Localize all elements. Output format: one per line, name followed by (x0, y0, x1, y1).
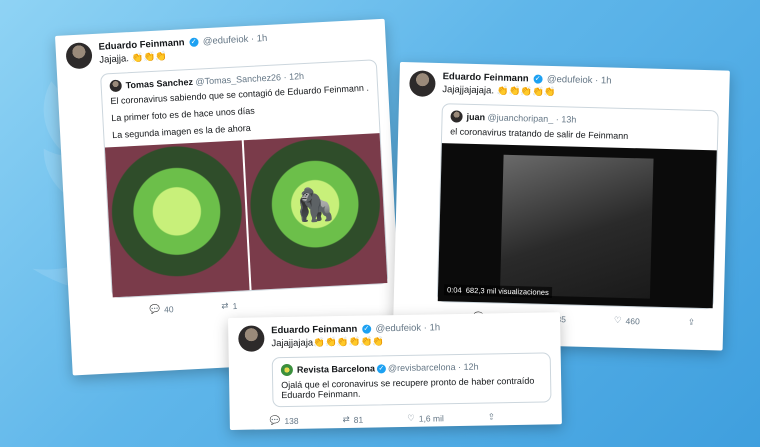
author-handle[interactable]: @edufeiok (375, 323, 421, 335)
verified-icon: ✓ (533, 74, 543, 84)
author-handle[interactable]: @edufeiok (203, 34, 249, 47)
retweet-icon: ⇄ (221, 300, 229, 311)
quoted-tweet[interactable]: juan @juanchoripan_ · 13h el coronavirus… (436, 103, 719, 310)
quote-author-handle: @Tomas_Sanchez26 (195, 72, 282, 87)
clap-emoji: 👏👏👏👏👏👏 (313, 336, 385, 349)
tweet-time[interactable]: · 1h (595, 75, 612, 86)
quote-time: · 12h (283, 71, 305, 83)
reply-button[interactable]: 💬 40 (149, 303, 174, 315)
tweet-text: Jajajja. (99, 53, 130, 66)
quote-author-handle: @revisbarcelona (387, 362, 456, 374)
avatar (450, 110, 463, 123)
verified-icon: ✓ (188, 37, 199, 47)
quote-text-line: Ojalá que el coronavirus se recupere pro… (281, 375, 535, 401)
quoted-tweet[interactable]: Tomas Sanchez @Tomas_Sanchez26 · 12h El … (100, 59, 389, 299)
video-time: 0:04 (446, 285, 462, 295)
reply-icon: 💬 (269, 415, 281, 426)
like-count: 1,6 mil (418, 412, 444, 424)
quote-author-name: Revista Barcelona (296, 363, 376, 375)
heart-icon: ♡ (407, 412, 415, 423)
clap-emoji: 👏👏👏👏👏 (496, 85, 556, 99)
quoted-tweet[interactable]: Revista Barcelona ✓ @revisbarcelona · 12… (271, 352, 552, 408)
share-button[interactable]: ⇪ (488, 411, 495, 422)
author-handle[interactable]: @edufeiok (547, 74, 593, 86)
quote-author-name: juan (466, 111, 486, 123)
reply-count: 138 (284, 415, 299, 426)
virus-image-1[interactable] (104, 140, 250, 298)
video-player[interactable]: 0:04 682,3 mil visualizaciones (437, 143, 717, 309)
like-count: 460 (625, 315, 640, 326)
tweet-time[interactable]: · 1h (424, 322, 441, 333)
video-info: 0:04 682,3 mil visualizaciones (443, 284, 552, 299)
verified-icon: ✓ (376, 363, 387, 373)
like-button[interactable]: ♡ 1,6 mil (407, 412, 444, 424)
tweet-card-3[interactable]: Eduardo Feinmann ✓ @edufeiok · 1h Jajajj… (228, 312, 562, 430)
avatar[interactable] (65, 42, 93, 70)
gorilla-face: 🦍 (294, 185, 336, 224)
retweet-count: 81 (353, 414, 364, 425)
reply-count: 40 (163, 303, 174, 315)
share-icon: ⇪ (487, 411, 496, 422)
avatar[interactable] (409, 70, 436, 97)
quote-author-handle: @juanchoripan_ (487, 112, 554, 125)
retweet-icon: ⇄ (342, 413, 350, 425)
video-views: 682,3 mil visualizaciones (465, 285, 549, 297)
quote-text-line: el coronavirus tratando de salir de Fein… (450, 126, 629, 141)
retweet-button[interactable]: ⇄ 81 (342, 414, 363, 425)
tweet-text: Jajajjajajaja. (442, 84, 495, 97)
quote-time: · 12h (458, 361, 479, 372)
author-name[interactable]: Eduardo Feinmann (442, 71, 528, 84)
avatar[interactable] (238, 325, 265, 352)
retweet-count: 1 (232, 300, 238, 311)
quote-time: · 13h (555, 114, 577, 125)
video-frame (499, 154, 654, 299)
clap-emoji: 👏👏👏 (131, 51, 168, 65)
avatar (109, 79, 123, 93)
retweet-button[interactable]: ⇄ 1 (221, 300, 237, 312)
author-name[interactable]: Eduardo Feinmann (271, 324, 357, 337)
virus-image-2[interactable]: 🦍 (243, 133, 388, 291)
like-button[interactable]: ♡ 460 (614, 315, 640, 327)
reply-button[interactable]: 💬 138 (270, 415, 299, 427)
quote-author-name: Tomas Sanchez (125, 76, 194, 91)
reply-icon: 💬 (149, 303, 161, 315)
heart-icon: ♡ (613, 314, 622, 325)
tweet-text: Jajajjajaja (271, 337, 314, 350)
share-button[interactable]: ⇪ (688, 317, 695, 328)
tweet-card-2[interactable]: Eduardo Feinmann ✓ @edufeiok · 1h Jajajj… (392, 62, 730, 351)
avatar (280, 363, 294, 377)
verified-icon: ✓ (361, 324, 371, 334)
share-icon: ⇪ (687, 316, 696, 327)
tweet-time[interactable]: · 1h (251, 33, 268, 45)
